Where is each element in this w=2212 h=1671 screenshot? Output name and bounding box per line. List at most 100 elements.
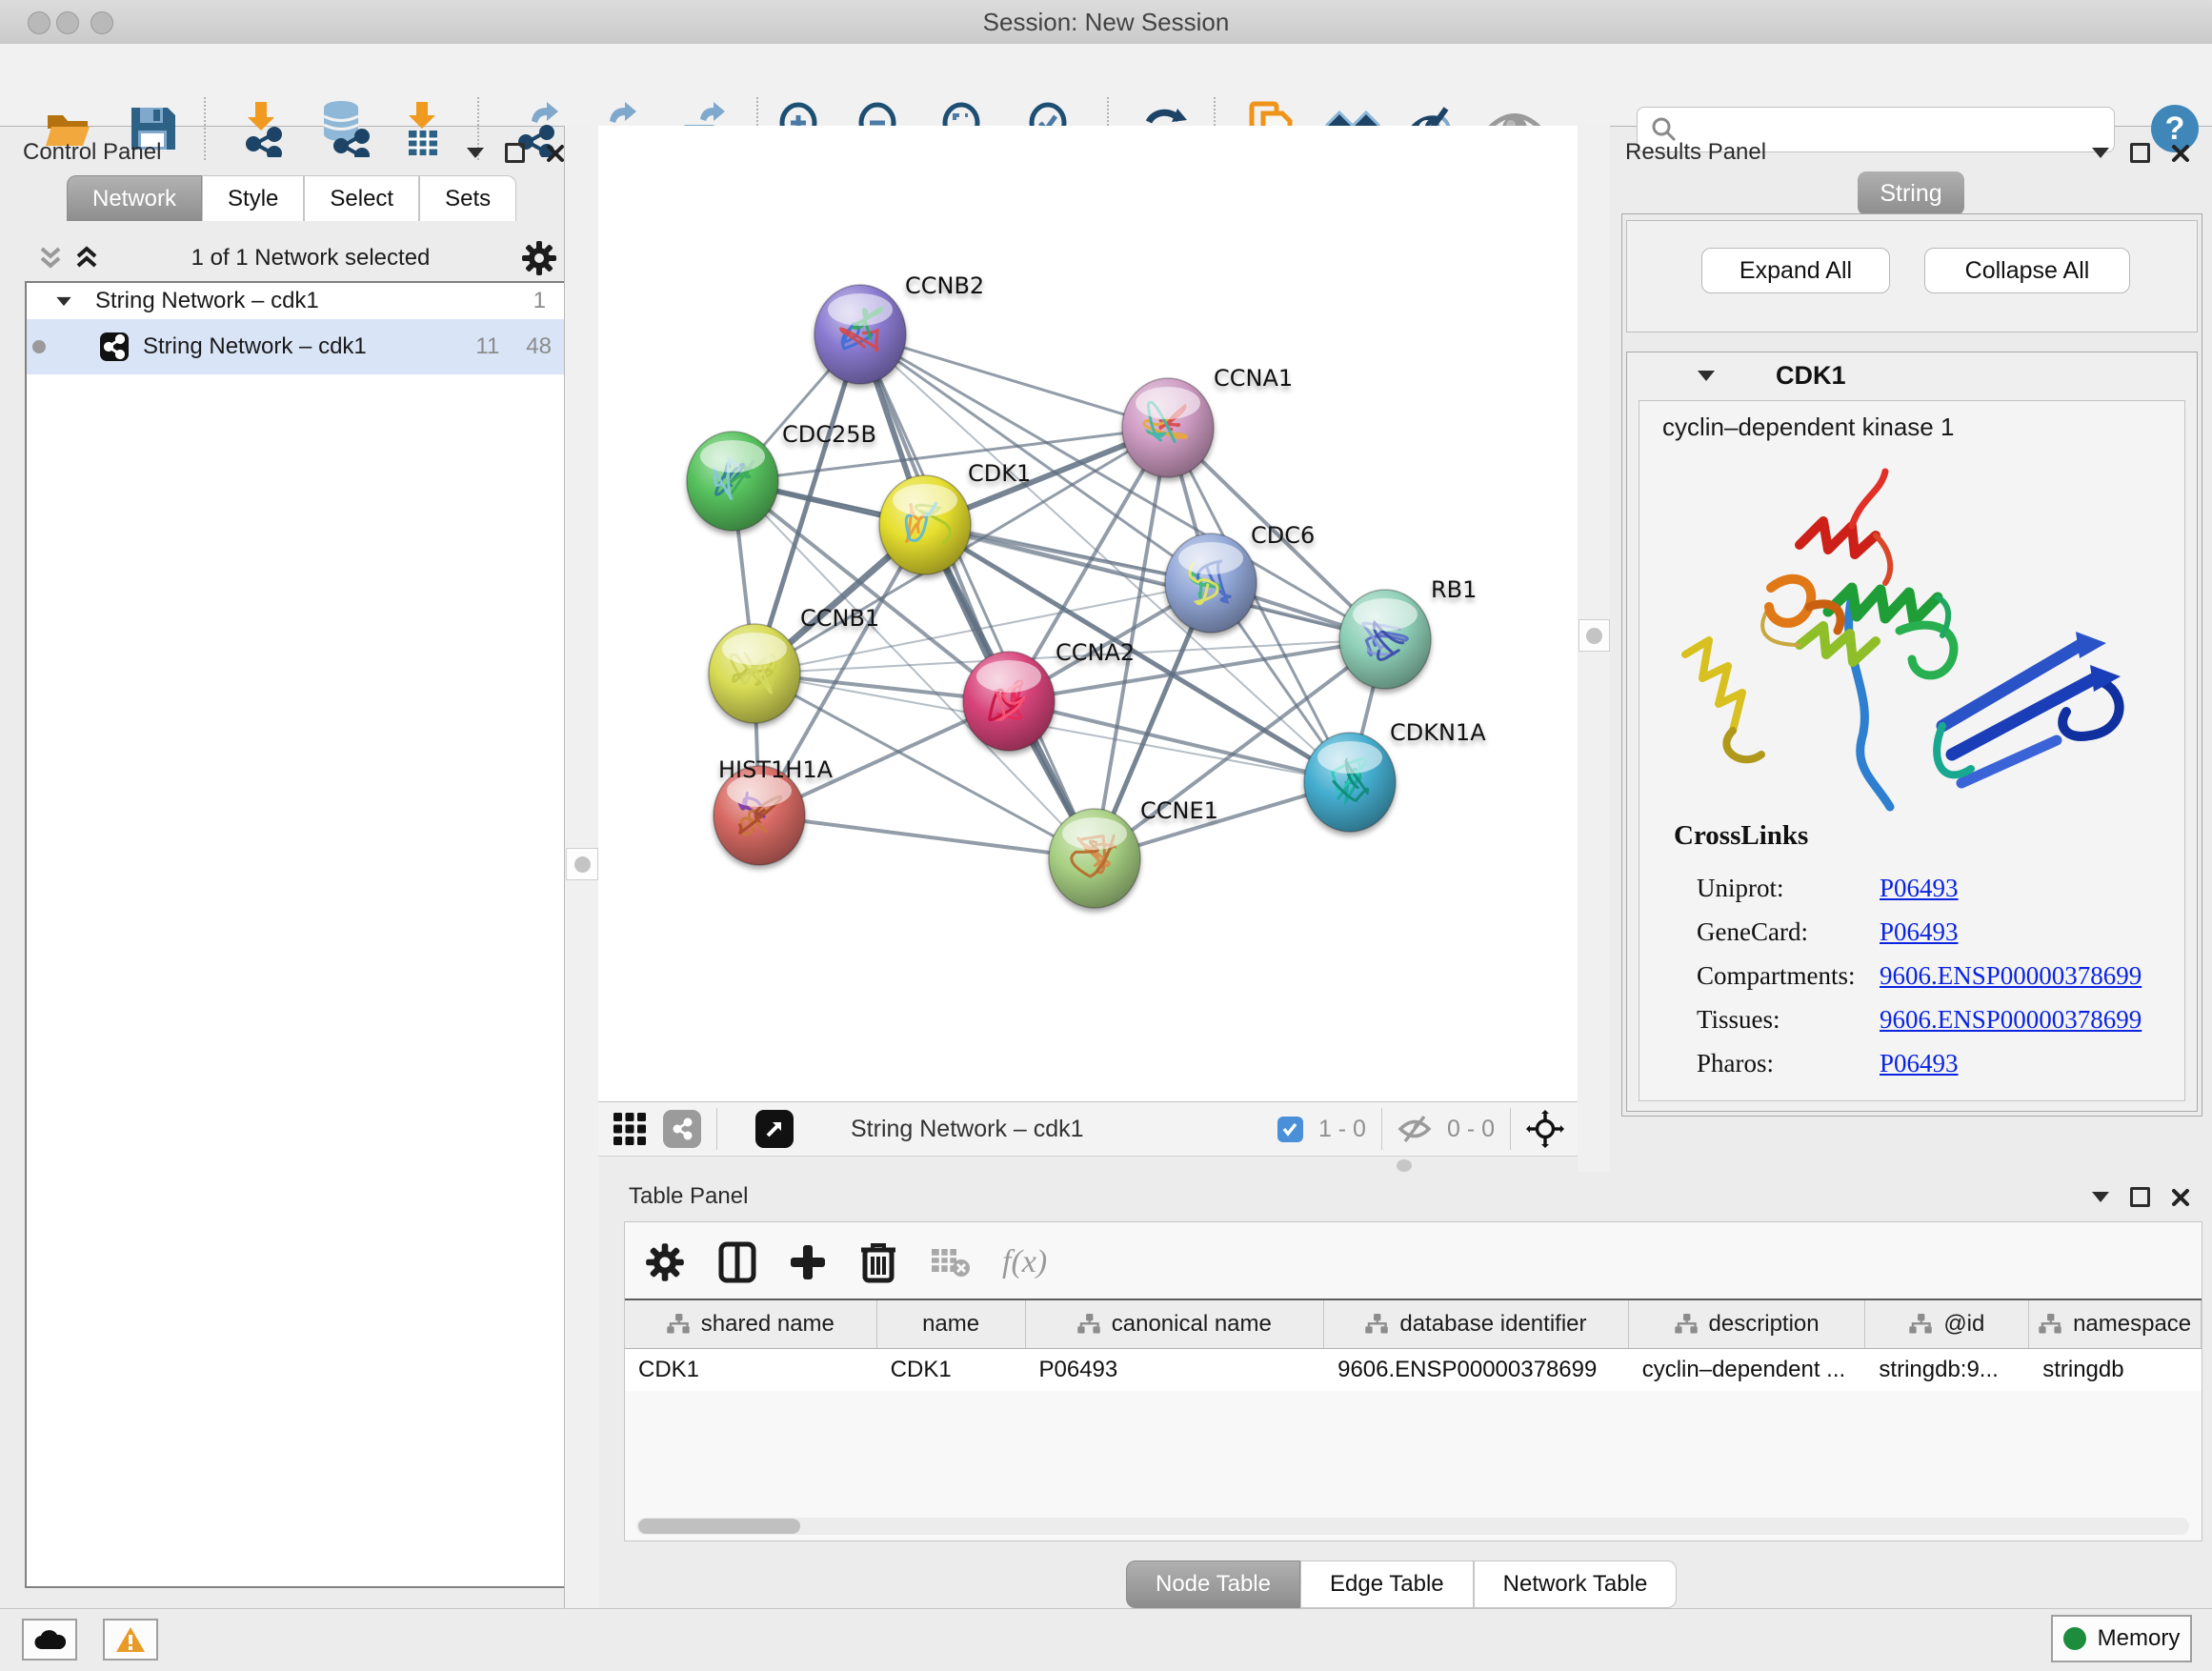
network-edge-CCNB2-CCNA1[interactable] xyxy=(860,334,1168,428)
network-tree: String Network – cdk1 1 String Network –… xyxy=(25,281,567,1588)
node-table: shared name name canonical name database id… xyxy=(625,1299,2202,1391)
column-header-canonical-name[interactable]: canonical name xyxy=(1026,1300,1325,1348)
table-cell[interactable]: stringdb xyxy=(2029,1349,2202,1391)
panel-float-icon[interactable] xyxy=(2130,1187,2150,1207)
tab-edge-table[interactable]: Edge Table xyxy=(1300,1560,1474,1608)
column-header-namespace[interactable]: namespace xyxy=(2029,1300,2202,1348)
node-label: CDKN1A xyxy=(1390,719,1486,746)
crosslink-link[interactable]: P06493 xyxy=(1880,874,1959,903)
control-panel-title: Control Panel xyxy=(23,139,161,166)
table-cell[interactable]: CDK1 xyxy=(625,1349,877,1391)
expand-all-chevron-icon[interactable] xyxy=(72,245,101,272)
left-splitter-handle[interactable] xyxy=(566,848,598,880)
cloud-status-button[interactable] xyxy=(22,1619,77,1661)
network-view-string-icon[interactable] xyxy=(663,1110,701,1148)
crosslink-link[interactable]: P06493 xyxy=(1880,917,1959,947)
scrollbar-thumb[interactable] xyxy=(638,1519,800,1534)
crosslink-link[interactable]: 9606.ENSP00000378699 xyxy=(1880,1005,2142,1035)
column-header--id[interactable]: @id xyxy=(1865,1300,2029,1348)
expand-all-button[interactable]: Expand All xyxy=(1701,248,1890,293)
panel-menu-icon[interactable] xyxy=(467,148,484,158)
crosslink-row: GeneCard:P06493 xyxy=(1639,910,2184,954)
control-panel-window-icons xyxy=(467,143,565,163)
delete-table-icon[interactable] xyxy=(930,1245,970,1279)
column-header-label: shared name xyxy=(701,1311,835,1338)
section-collapse-icon[interactable] xyxy=(1698,371,1715,381)
column-header-shared-name[interactable]: shared name xyxy=(625,1300,877,1348)
network-options-gear-icon[interactable] xyxy=(520,239,558,277)
tab-node-table[interactable]: Node Table xyxy=(1126,1560,1300,1608)
network-node-CCNB2[interactable]: CCNB2 xyxy=(814,272,984,384)
warnings-button[interactable] xyxy=(103,1619,158,1661)
table-row[interactable]: CDK1CDK1P064939606.ENSP00000378699cyclin… xyxy=(625,1349,2202,1391)
table-cell[interactable]: CDK1 xyxy=(877,1349,1026,1391)
network-canvas[interactable]: CCNB2CCNA1CDC25BCDK1CDC6RB1CCNB1CCNA2CDK… xyxy=(598,126,1578,1101)
column-header-label: @id xyxy=(1943,1311,1984,1338)
table-options-gear-icon[interactable] xyxy=(644,1241,686,1283)
table-panel-title: Table Panel xyxy=(629,1183,748,1210)
network-node-RB1[interactable]: RB1 xyxy=(1339,576,1477,689)
panel-float-icon[interactable] xyxy=(2130,143,2150,163)
tab-style[interactable]: Style xyxy=(202,175,304,221)
panel-float-icon[interactable] xyxy=(505,143,525,163)
network-edge-HIST1H1A-CCNE1[interactable] xyxy=(759,815,1095,858)
tab-network-table[interactable]: Network Table xyxy=(1474,1560,1678,1608)
crosslink-link[interactable]: P06493 xyxy=(1880,1049,1959,1078)
panel-close-icon[interactable] xyxy=(2171,144,2190,163)
show-columns-icon[interactable] xyxy=(718,1241,756,1283)
table-cell[interactable]: stringdb:9... xyxy=(1865,1349,2029,1391)
network-node-CCNB1[interactable]: CCNB1 xyxy=(709,605,879,723)
network-node-CCNE1[interactable]: CCNE1 xyxy=(1049,797,1218,908)
network-node-HIST1H1A[interactable]: HIST1H1A xyxy=(714,756,834,865)
panel-menu-icon[interactable] xyxy=(2092,148,2109,158)
function-builder-icon[interactable]: f(x) xyxy=(1002,1244,1047,1280)
collapse-all-chevron-icon[interactable] xyxy=(36,245,65,272)
tab-string[interactable]: String xyxy=(1858,171,1964,215)
detach-view-icon[interactable] xyxy=(755,1110,794,1148)
tab-select[interactable]: Select xyxy=(304,175,419,221)
network-edge-CCNB2-CCNE1[interactable] xyxy=(860,334,1095,858)
add-column-icon[interactable] xyxy=(789,1243,827,1281)
import-table-file-icon[interactable] xyxy=(392,98,452,159)
selected-indicator-checkbox[interactable] xyxy=(1277,1117,1303,1142)
panel-close-icon[interactable] xyxy=(546,144,565,163)
network-collection-row[interactable]: String Network – cdk1 1 xyxy=(27,283,565,319)
table-toolbar: f(x) xyxy=(644,1236,1047,1289)
status-bar: Memory xyxy=(0,1608,2212,1671)
grid-view-icon[interactable] xyxy=(612,1111,648,1147)
panel-close-icon[interactable] xyxy=(2171,1188,2190,1207)
network-node-CCNA2[interactable]: CCNA2 xyxy=(963,639,1135,751)
control-panel-tabs: NetworkStyleSelectSets xyxy=(67,175,516,221)
collection-expand-icon[interactable] xyxy=(56,296,70,305)
collapse-all-button[interactable]: Collapse All xyxy=(1924,248,2130,293)
panel-menu-icon[interactable] xyxy=(2092,1192,2109,1202)
column-header-label: canonical name xyxy=(1112,1311,1272,1338)
column-header-description[interactable]: description xyxy=(1629,1300,1866,1348)
tab-sets[interactable]: Sets xyxy=(419,175,516,221)
network-selection-status: 1 of 1 Network selected xyxy=(101,245,520,272)
crosslinks-list: Uniprot:P06493GeneCard:P06493Compartment… xyxy=(1639,866,2184,1085)
network-row-selected[interactable]: String Network – cdk1 11 48 xyxy=(27,319,565,374)
table-cell[interactable]: 9606.ENSP00000378699 xyxy=(1324,1349,1629,1391)
fit-content-crosshair-icon[interactable] xyxy=(1526,1110,1564,1148)
bottom-splitter-handle[interactable] xyxy=(1397,1159,1412,1172)
import-network-file-icon[interactable] xyxy=(231,98,292,159)
network-view-title: String Network – cdk1 xyxy=(851,1116,1262,1143)
table-horizontal-scrollbar[interactable] xyxy=(636,1518,2189,1535)
table-cell[interactable]: P06493 xyxy=(1025,1349,1324,1391)
network-node-CCNA1[interactable]: CCNA1 xyxy=(1122,365,1293,477)
column-header-database-identifier[interactable]: database identifier xyxy=(1324,1300,1629,1348)
table-cell[interactable]: cyclin–dependent ... xyxy=(1629,1349,1866,1391)
crosslink-link[interactable]: 9606.ENSP00000378699 xyxy=(1880,961,2142,991)
import-network-database-icon[interactable] xyxy=(314,98,375,159)
column-header-name[interactable]: name xyxy=(877,1300,1026,1348)
right-splitter-handle[interactable] xyxy=(1579,619,1610,652)
table-header-row: shared name name canonical name database id… xyxy=(625,1299,2202,1349)
network-edge-CCNA2-CDKN1A[interactable] xyxy=(1009,701,1350,782)
delete-column-icon[interactable] xyxy=(859,1240,897,1284)
memory-button[interactable]: Memory xyxy=(2051,1615,2192,1662)
network-node-CDKN1A[interactable]: CDKN1A xyxy=(1304,719,1486,832)
protein-section-header[interactable]: CDK1 xyxy=(1627,352,2197,398)
tab-network[interactable]: Network xyxy=(67,175,202,221)
network-node-CDK1[interactable]: CDK1 xyxy=(879,460,1031,574)
